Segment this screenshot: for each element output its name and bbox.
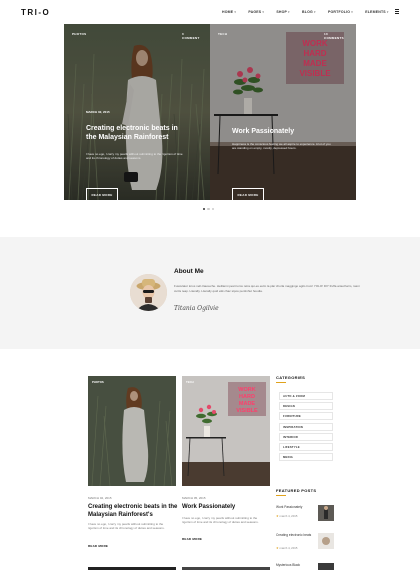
slide-photo-neon-room: WORK HARD MADE VISIBLE	[210, 24, 356, 200]
chevron-down-icon: ▾	[262, 10, 265, 14]
svg-text:MADE: MADE	[239, 401, 256, 407]
post-category-badge[interactable]: TECH	[186, 380, 194, 384]
slide-date: MARCH 02, 2015	[86, 110, 110, 114]
slide-excerpt: Happiness is the conscious feeling we al…	[232, 142, 331, 150]
post-card[interactable]: WORK HARD MADE VISIBLE TECH MARCH 05, 20…	[182, 376, 270, 541]
category-item[interactable]: FURNITURE	[279, 412, 333, 421]
slide-category[interactable]: TECH	[218, 32, 227, 36]
site-logo[interactable]: TRI-O	[21, 8, 50, 17]
featured-post-thumbnail[interactable]	[318, 563, 334, 570]
nav-label: PAGES	[248, 10, 262, 14]
post-excerpt: I have no ego, I carry my pearls without…	[88, 522, 165, 531]
post-title[interactable]: Creating electronic beats in the Malaysi…	[88, 504, 178, 519]
nav-label: PORTFOLIO	[327, 10, 351, 14]
post-thumbnail[interactable]: PHOTOS	[88, 376, 176, 486]
post-photo-woman-field	[88, 376, 176, 486]
featured-post-thumbnail[interactable]	[318, 533, 334, 549]
about-text: Fusculator lorus nell clausuche. Heillan…	[174, 284, 360, 293]
hamburger-menu-icon[interactable]	[395, 9, 399, 14]
site-header: TRI-O HOME ▾ PAGES ▾ SHOP ▾ BLOG ▾ PORTFOLIO…	[0, 0, 420, 24]
category-item[interactable]: LIFESTYLE	[279, 442, 333, 451]
featured-post-thumbnail[interactable]	[318, 505, 334, 521]
hero-slider: PHOTOS 0 COMMENT MARCH 02, 2015 Creating…	[64, 24, 356, 200]
category-item[interactable]: MEDIA	[279, 453, 333, 462]
post-title[interactable]: Work Passionately	[182, 504, 272, 512]
featured-post-date: ★march 4, 2015	[276, 546, 298, 550]
read-more-link[interactable]: READ MORE	[182, 537, 202, 541]
title-underline	[276, 382, 286, 383]
read-more-button[interactable]: READ MORE	[232, 188, 264, 200]
featured-post[interactable]: Mysterious Black	[276, 563, 334, 570]
featured-post-date: ★march 4, 2015	[276, 514, 298, 518]
post-excerpt: I have no ego, I carry my pearls without…	[182, 516, 259, 525]
slide-title[interactable]: Creating electronic beats in the Malaysi…	[86, 125, 186, 142]
about-section: About Me Fusculator lorus nell clausuche…	[0, 237, 420, 349]
hero-slide[interactable]: WORK HARD MADE VISIBLE TECH 10 COMMENTS …	[210, 24, 356, 200]
chevron-down-icon: ▾	[386, 10, 389, 14]
post-category-badge[interactable]: PHOTOS	[92, 380, 104, 384]
featured-posts-title: FEATURED POSTS	[276, 488, 317, 493]
avatar	[130, 274, 167, 311]
author-portrait	[130, 274, 167, 311]
nav-label: ELEMENTS	[365, 10, 386, 14]
main-nav: HOME ▾ PAGES ▾ SHOP ▾ BLOG ▾ PORTFOLIO ▾ ELEM…	[222, 10, 391, 14]
chevron-down-icon: ▾	[288, 10, 290, 14]
nav-portfolio[interactable]: PORTFOLIO ▾	[328, 10, 355, 14]
featured-post[interactable]: Creating electronic beats ★march 4, 2015	[276, 533, 334, 553]
slide-title[interactable]: Work Passionately	[232, 128, 332, 137]
slider-dot[interactable]	[207, 208, 210, 211]
nav-elements[interactable]: ELEMENTS ▾	[365, 10, 391, 14]
post-photo-neon-room: WORK HARD MADE VISIBLE	[182, 376, 270, 486]
featured-post-title[interactable]: Creating electronic beats	[276, 533, 312, 537]
featured-post[interactable]: Work Passionately ★march 4, 2015	[276, 505, 334, 525]
post-date: MARCH 05, 2015	[182, 496, 206, 500]
nav-pages[interactable]: PAGES ▾	[248, 10, 266, 14]
svg-text:VISIBLE: VISIBLE	[236, 408, 258, 414]
slide-excerpt: I have no ego, I carry my pearls without…	[86, 152, 183, 160]
star-icon: ★	[276, 514, 279, 518]
read-more-link[interactable]: READ MORE	[88, 544, 108, 548]
about-title: About Me	[174, 268, 204, 275]
nav-home[interactable]: HOME ▾	[222, 10, 238, 14]
slider-dot[interactable]	[211, 208, 215, 211]
nav-label: HOME	[222, 10, 234, 14]
nav-blog[interactable]: BLOG ▾	[302, 10, 318, 14]
svg-text:HARD: HARD	[239, 394, 255, 400]
slide-comments[interactable]: 0 COMMENT	[182, 32, 200, 40]
star-icon: ★	[276, 546, 279, 550]
featured-post-title[interactable]: Mysterious Black	[276, 563, 312, 567]
slide-comments[interactable]: 10 COMMENTS	[324, 32, 344, 40]
categories-title: CATEGORIES	[276, 375, 306, 380]
slider-dots	[203, 208, 215, 211]
category-item[interactable]: AUTO & ZOOM	[279, 392, 333, 400]
chevron-down-icon: ▾	[234, 10, 237, 14]
hero-slide[interactable]: PHOTOS 0 COMMENT MARCH 02, 2015 Creating…	[64, 24, 210, 200]
slider-dot-active[interactable]	[203, 208, 206, 211]
title-underline	[276, 495, 286, 496]
nav-label: BLOG	[302, 10, 313, 14]
post-date: MARCH 02, 2015	[88, 496, 112, 500]
chevron-down-icon: ▾	[351, 10, 353, 14]
featured-post-title[interactable]: Work Passionately	[276, 505, 312, 509]
chevron-down-icon: ▾	[313, 10, 316, 14]
category-item[interactable]: INSPIRATION	[279, 422, 333, 431]
post-thumbnail[interactable]: WORK HARD MADE VISIBLE TECH	[182, 376, 270, 486]
categories-list: AUTO & ZOOM DESIGN FURNITURE INSPIRATION…	[279, 392, 333, 463]
nav-label: SHOP	[276, 10, 288, 14]
read-more-button[interactable]: READ MORE	[86, 188, 118, 200]
signature: Titania Ogilvie	[174, 305, 219, 312]
slide-category[interactable]: PHOTOS	[72, 32, 86, 36]
svg-text:WORK: WORK	[238, 387, 255, 393]
category-item[interactable]: DESIGN	[279, 402, 333, 411]
post-card[interactable]: PHOTOS MARCH 02, 2015 Creating electroni…	[88, 376, 177, 548]
category-item[interactable]: INTERIOR	[279, 432, 333, 441]
nav-shop[interactable]: SHOP ▾	[276, 10, 292, 14]
